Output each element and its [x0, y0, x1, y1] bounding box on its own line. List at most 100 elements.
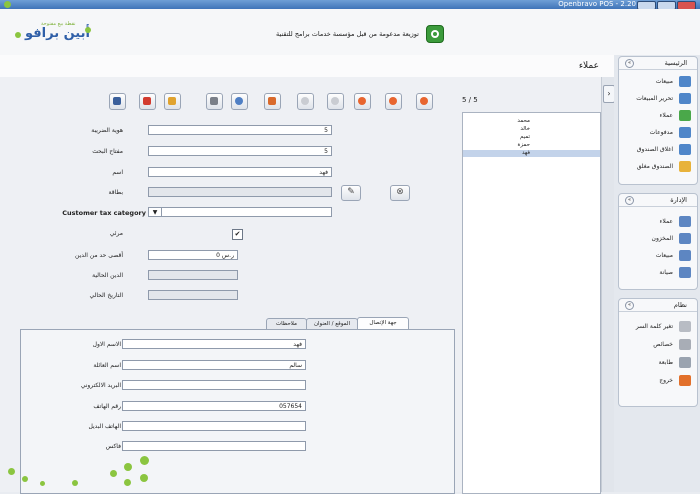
decor-dot [40, 481, 45, 486]
pencil-icon: ✎ [347, 187, 355, 197]
clear-card-button[interactable]: ⊗ [390, 185, 410, 201]
next-record-button[interactable] [416, 93, 433, 110]
fax-label: فاكس [105, 443, 121, 450]
list-item[interactable]: تميم [470, 134, 530, 141]
brand-wordmark: أبين برافو [25, 26, 90, 41]
nav-item-exit[interactable]: خروج [623, 375, 691, 387]
nav-item-label: خروج [659, 377, 673, 384]
card-label: بطاقة [108, 189, 123, 196]
disabled-button[interactable] [297, 93, 314, 110]
nav-panel-system: « نظام تغير كلمة السر خصائص طابعة خروج [618, 298, 698, 407]
delete-button[interactable] [139, 93, 156, 110]
delete-icon [143, 97, 151, 105]
nav-item-cash-closed[interactable]: الصندوق مغلق [623, 161, 691, 173]
monitor-icon [679, 93, 691, 104]
decor-dot [140, 456, 149, 465]
filter-button[interactable] [264, 93, 281, 110]
home-exit-icon [679, 375, 691, 386]
nav-item-sales[interactable]: مبيعات [623, 76, 691, 88]
search-key-field[interactable]: 5 [148, 146, 332, 156]
folder-icon [679, 250, 691, 261]
nav-item-maintenance[interactable]: صيانة [623, 267, 691, 279]
tax-id-field[interactable]: 5 [148, 125, 332, 135]
decor-dot [124, 463, 132, 471]
nav-sidebar: « الرئيسية مبيعات تحرير المبيعات عملاء م… [614, 55, 700, 492]
email-field[interactable] [122, 380, 306, 390]
first-record-button[interactable] [354, 93, 371, 110]
decor-dot [124, 479, 131, 486]
reload-button[interactable] [164, 93, 181, 110]
save-icon [113, 97, 121, 105]
visible-checkbox[interactable]: ✔ [232, 229, 243, 240]
max-debt-field[interactable]: ر.س 0 [148, 250, 238, 260]
nav-item-label: مبيعات [655, 78, 673, 85]
nav-item-properties[interactable]: خصائص [623, 339, 691, 351]
collapse-icon[interactable]: « [625, 59, 634, 68]
edit-card-button[interactable]: ✎ [341, 185, 361, 201]
tax-category-select[interactable]: ▼ [148, 207, 332, 217]
list-item-selected[interactable]: فهد [463, 150, 600, 157]
nav-panel-header[interactable]: « نظام [619, 299, 697, 312]
nav-item-admin-sales[interactable]: مبيعات [623, 250, 691, 262]
record-counter: 5 / 5 [462, 96, 478, 104]
key-icon [679, 321, 691, 332]
checkmark-icon: ✔ [234, 230, 241, 238]
nav-item-printer[interactable]: طابعة [623, 357, 691, 369]
nav-item-label: مدفوعات [649, 129, 673, 136]
customer-list[interactable]: محمد خالد تميم حمزة فهد [462, 112, 601, 494]
alt-phone-field[interactable] [122, 421, 306, 431]
sort-button[interactable] [206, 93, 223, 110]
nav-panel-header[interactable]: « الإدارة [619, 194, 697, 207]
disabled-icon [301, 97, 309, 105]
app-icon [4, 1, 11, 8]
list-item[interactable]: حمزة [470, 142, 531, 149]
nav-panel-header[interactable]: « الرئيسية [619, 57, 697, 70]
disabled-button[interactable] [327, 93, 344, 110]
clear-icon: ⊗ [396, 187, 404, 197]
chevron-down-icon: ▼ [149, 208, 162, 216]
screen-title: عملاء [578, 61, 599, 71]
tax-category-label: Customer tax category [62, 209, 146, 217]
nav-item-inventory[interactable]: المخزون [623, 233, 691, 245]
logo-dot [85, 27, 91, 33]
email-label: البريد الالكتروني [80, 382, 121, 389]
nav-item-admin-customers[interactable]: عملاء [623, 216, 691, 228]
nav-panel-title: الرئيسية [664, 59, 687, 67]
card-field [148, 187, 332, 197]
filter-icon [268, 97, 276, 105]
list-item[interactable]: خالد [470, 126, 530, 133]
sort-icon [210, 97, 218, 105]
phone-field[interactable]: 057654 [122, 401, 306, 411]
nav-item-customers[interactable]: عملاء [623, 110, 691, 122]
alt-phone-label: الهاتف البديل [88, 423, 121, 430]
openbravo-icon [426, 25, 444, 43]
last-name-field[interactable]: سالم [122, 360, 306, 370]
decor-dot [22, 476, 28, 482]
nav-item-label: اغلاق الصندوق [636, 146, 673, 153]
list-item[interactable]: محمد [470, 118, 530, 125]
nav-item-change-password[interactable]: تغير كلمة السر [623, 321, 691, 333]
first-name-field[interactable]: فهد [122, 339, 306, 349]
nav-item-label: الصندوق مغلق [636, 163, 673, 170]
nav-item-payments[interactable]: مدفوعات [623, 127, 691, 139]
nav-item-close-cash[interactable]: اغلاق الصندوق [623, 144, 691, 156]
nav-panel-title: نظام [673, 301, 687, 309]
save-button[interactable] [109, 93, 126, 110]
previous-record-button[interactable] [385, 93, 402, 110]
collapse-icon[interactable]: « [625, 301, 634, 310]
collapse-icon[interactable]: « [625, 196, 634, 205]
first-icon [358, 97, 366, 105]
max-debt-label: أقصى حد من الدين [75, 252, 123, 259]
fax-field[interactable] [122, 441, 306, 451]
nav-item-edit-sales[interactable]: تحرير المبيعات [623, 93, 691, 105]
banner-message: توزيعة مدعومة من قبل مؤسسة خدمات برامج ل… [276, 30, 419, 38]
search-button[interactable] [231, 93, 248, 110]
logo-dot [15, 32, 21, 38]
tools-icon [679, 339, 691, 350]
first-name-label: الاسم الاول [92, 341, 121, 348]
name-field[interactable]: فهد [148, 167, 332, 177]
current-date-label: التاريخ الحالي [89, 292, 123, 299]
current-debt-field [148, 270, 238, 280]
nav-panel-main: « الرئيسية مبيعات تحرير المبيعات عملاء م… [618, 56, 698, 185]
disabled-icon [331, 97, 339, 105]
